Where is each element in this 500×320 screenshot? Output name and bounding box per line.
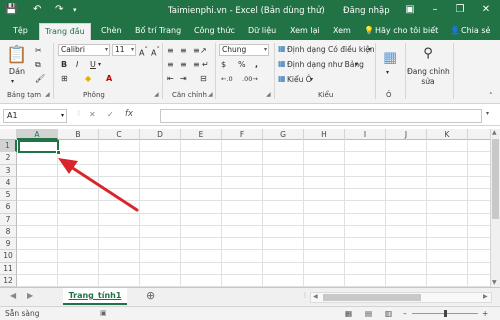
next-sheet-icon[interactable]: ▶ <box>27 291 33 300</box>
prev-sheet-icon[interactable]: ◀ <box>10 291 16 300</box>
split-handle-icon[interactable]: ⋮ <box>302 292 308 299</box>
page-break-view-icon[interactable]: ▥ <box>385 307 392 320</box>
status-bar: Sẵn sàng ▣ ▦ ▤ ▥ – + <box>0 306 500 320</box>
horizontal-scroll-thumb[interactable] <box>323 294 421 301</box>
zoom-slider-thumb[interactable] <box>444 310 447 317</box>
annotation-arrow <box>58 158 139 212</box>
zoom-in-icon[interactable]: + <box>482 307 488 320</box>
scroll-up-icon[interactable]: ▲ <box>492 129 497 136</box>
scroll-down-icon[interactable]: ▼ <box>492 279 497 286</box>
page-layout-view-icon[interactable]: ▤ <box>365 307 372 320</box>
sheet-tab-1[interactable]: Trang_tính1 <box>63 288 127 305</box>
add-sheet-button[interactable]: ⊕ <box>146 289 155 302</box>
normal-view-icon[interactable]: ▦ <box>345 307 352 320</box>
status-text: Sẵn sàng <box>5 309 40 318</box>
record-macro-icon[interactable]: ▣ <box>100 307 107 320</box>
sheet-tab-bar: ◀ ▶ Trang_tính1 ⊕ ⋮ ◀ ▶ <box>0 287 500 306</box>
horizontal-scrollbar[interactable]: ◀ ▶ <box>310 292 492 303</box>
scroll-left-icon[interactable]: ◀ <box>313 293 318 300</box>
vertical-scrollbar[interactable]: ▲ ▼ <box>490 129 500 287</box>
scroll-right-icon[interactable]: ▶ <box>483 293 488 300</box>
vertical-scroll-thumb[interactable] <box>492 139 499 219</box>
zoom-out-icon[interactable]: – <box>403 307 407 320</box>
